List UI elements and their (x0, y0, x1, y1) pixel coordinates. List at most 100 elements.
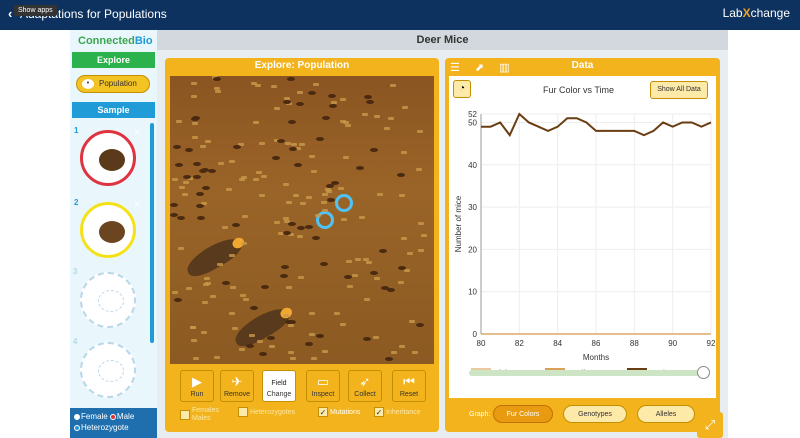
deer-mouse[interactable] (287, 77, 296, 82)
collect-button[interactable]: ➶ Collect (348, 370, 382, 402)
sample-slot-4[interactable]: 4 (73, 337, 136, 398)
deer-mouse[interactable] (173, 145, 182, 150)
deer-mouse[interactable] (174, 163, 183, 168)
deer-mouse[interactable] (249, 306, 258, 311)
deer-mouse[interactable] (197, 215, 206, 220)
time-slider[interactable] (469, 366, 710, 379)
deer-mouse[interactable] (315, 333, 324, 338)
deer-mouse[interactable] (398, 265, 407, 270)
population-field[interactable] (170, 76, 434, 364)
fur-colors-button[interactable]: Fur Colors (493, 405, 553, 423)
grass-tuft (309, 333, 316, 337)
deer-mouse[interactable] (297, 226, 306, 231)
change-field-button[interactable]: Field Change (262, 370, 296, 402)
deer-mouse[interactable] (192, 175, 201, 180)
deer-mouse[interactable] (363, 94, 372, 99)
deer-mouse[interactable] (322, 116, 331, 121)
alleles-button[interactable]: Alleles (637, 405, 695, 423)
fur-color-chart: 80 82 84 86 88 90 92 0 10 20 30 40 5052 Months Number … (454, 110, 716, 370)
deer-mouse[interactable] (308, 90, 317, 95)
back-icon[interactable]: ‹ (8, 6, 12, 21)
inspect-button[interactable]: ▭ Inspect (306, 370, 340, 402)
deer-mouse[interactable] (201, 186, 210, 191)
heterozygotes-checkbox[interactable]: Heterozygotes (238, 407, 295, 417)
grass-tuft (358, 215, 365, 219)
selected-mouse-marker[interactable] (335, 194, 353, 212)
close-icon[interactable]: ✕ (133, 127, 141, 138)
deer-mouse[interactable] (190, 116, 199, 121)
sample-scrollbar[interactable] (150, 123, 154, 343)
remove-button[interactable]: ✈ Remove (220, 370, 254, 402)
deer-mouse[interactable] (196, 192, 205, 197)
fullscreen-icon[interactable]: ⤢ (697, 412, 723, 438)
deer-mouse[interactable] (331, 180, 340, 185)
deer-mouse[interactable] (366, 99, 375, 104)
population-button[interactable]: • Population (76, 75, 150, 93)
deer-mouse[interactable] (397, 173, 406, 178)
grass-tuft (298, 142, 305, 146)
deer-mouse[interactable] (184, 148, 193, 153)
inheritance-checkbox[interactable]: ✓ Inheritance (374, 407, 421, 417)
deer-mouse[interactable] (415, 322, 424, 327)
deer-mouse[interactable] (387, 287, 396, 292)
grass-tuft (387, 117, 394, 121)
deer-mouse[interactable] (289, 146, 297, 151)
deer-mouse[interactable] (295, 102, 304, 107)
show-all-data-button[interactable]: Show All Data (650, 81, 708, 99)
deer-mouse[interactable] (177, 216, 186, 221)
deer-mouse[interactable] (378, 249, 387, 254)
deer-mouse[interactable] (370, 148, 379, 153)
deer-mouse[interactable] (326, 184, 335, 189)
grass-tuft (311, 169, 318, 173)
deer-mouse[interactable] (212, 76, 221, 81)
deer-mouse[interactable] (287, 221, 296, 226)
females-males-checkbox[interactable]: Females Males (180, 407, 219, 423)
deer-mouse[interactable] (258, 351, 267, 356)
genotypes-button[interactable]: Genotypes (563, 405, 627, 423)
deer-mouse[interactable] (327, 197, 336, 202)
deer-mouse[interactable] (320, 262, 329, 267)
deer-mouse[interactable] (304, 224, 313, 229)
deer-mouse[interactable] (192, 162, 201, 167)
deer-mouse[interactable] (261, 284, 270, 289)
deer-mouse[interactable] (312, 235, 321, 240)
close-icon[interactable]: ✕ (133, 199, 141, 210)
x-tick-label: 82 (515, 339, 524, 348)
deer-mouse[interactable] (344, 275, 353, 280)
deer-mouse[interactable] (207, 168, 216, 173)
deer-mouse[interactable] (315, 136, 324, 141)
deer-mouse[interactable] (279, 273, 288, 278)
deer-mouse[interactable] (233, 144, 242, 149)
deer-mouse[interactable] (198, 168, 207, 173)
deer-mouse[interactable] (232, 223, 241, 228)
sample-slot-1[interactable]: 1 ✕ (74, 126, 141, 186)
deer-mouse[interactable] (221, 281, 230, 286)
deer-mouse[interactable] (280, 265, 289, 270)
deer-mouse[interactable] (355, 166, 364, 171)
deer-mouse[interactable] (288, 120, 297, 125)
deer-mouse[interactable] (328, 104, 337, 109)
grass-tuft (398, 345, 405, 349)
run-button[interactable]: ▶ Run (180, 370, 214, 402)
deer-mouse[interactable] (293, 163, 302, 168)
deer-mouse[interactable] (362, 336, 371, 341)
deer-mouse[interactable] (266, 336, 275, 341)
deer-mouse[interactable] (287, 320, 296, 325)
deer-mouse[interactable] (305, 341, 314, 346)
sample-slot-3[interactable]: 3 (73, 267, 136, 328)
deer-mouse[interactable] (327, 93, 336, 98)
deer-mouse[interactable] (246, 343, 255, 348)
mutations-checkbox[interactable]: ✓ Mutations (318, 407, 360, 417)
grass-tuft (400, 237, 407, 241)
pie-chart-icon[interactable]: ◔ (453, 80, 471, 98)
slider-knob[interactable] (697, 366, 710, 379)
deer-mouse[interactable] (174, 297, 183, 302)
deer-mouse[interactable] (369, 271, 378, 276)
reset-button[interactable]: ⏮ Reset (392, 370, 426, 402)
grass-tuft (409, 320, 416, 324)
deer-mouse[interactable] (170, 203, 178, 208)
deer-mouse[interactable] (385, 356, 394, 361)
sample-slot-2[interactable]: 2 ✕ (74, 198, 141, 258)
deer-mouse[interactable] (271, 156, 280, 161)
deer-mouse[interactable] (196, 203, 205, 208)
